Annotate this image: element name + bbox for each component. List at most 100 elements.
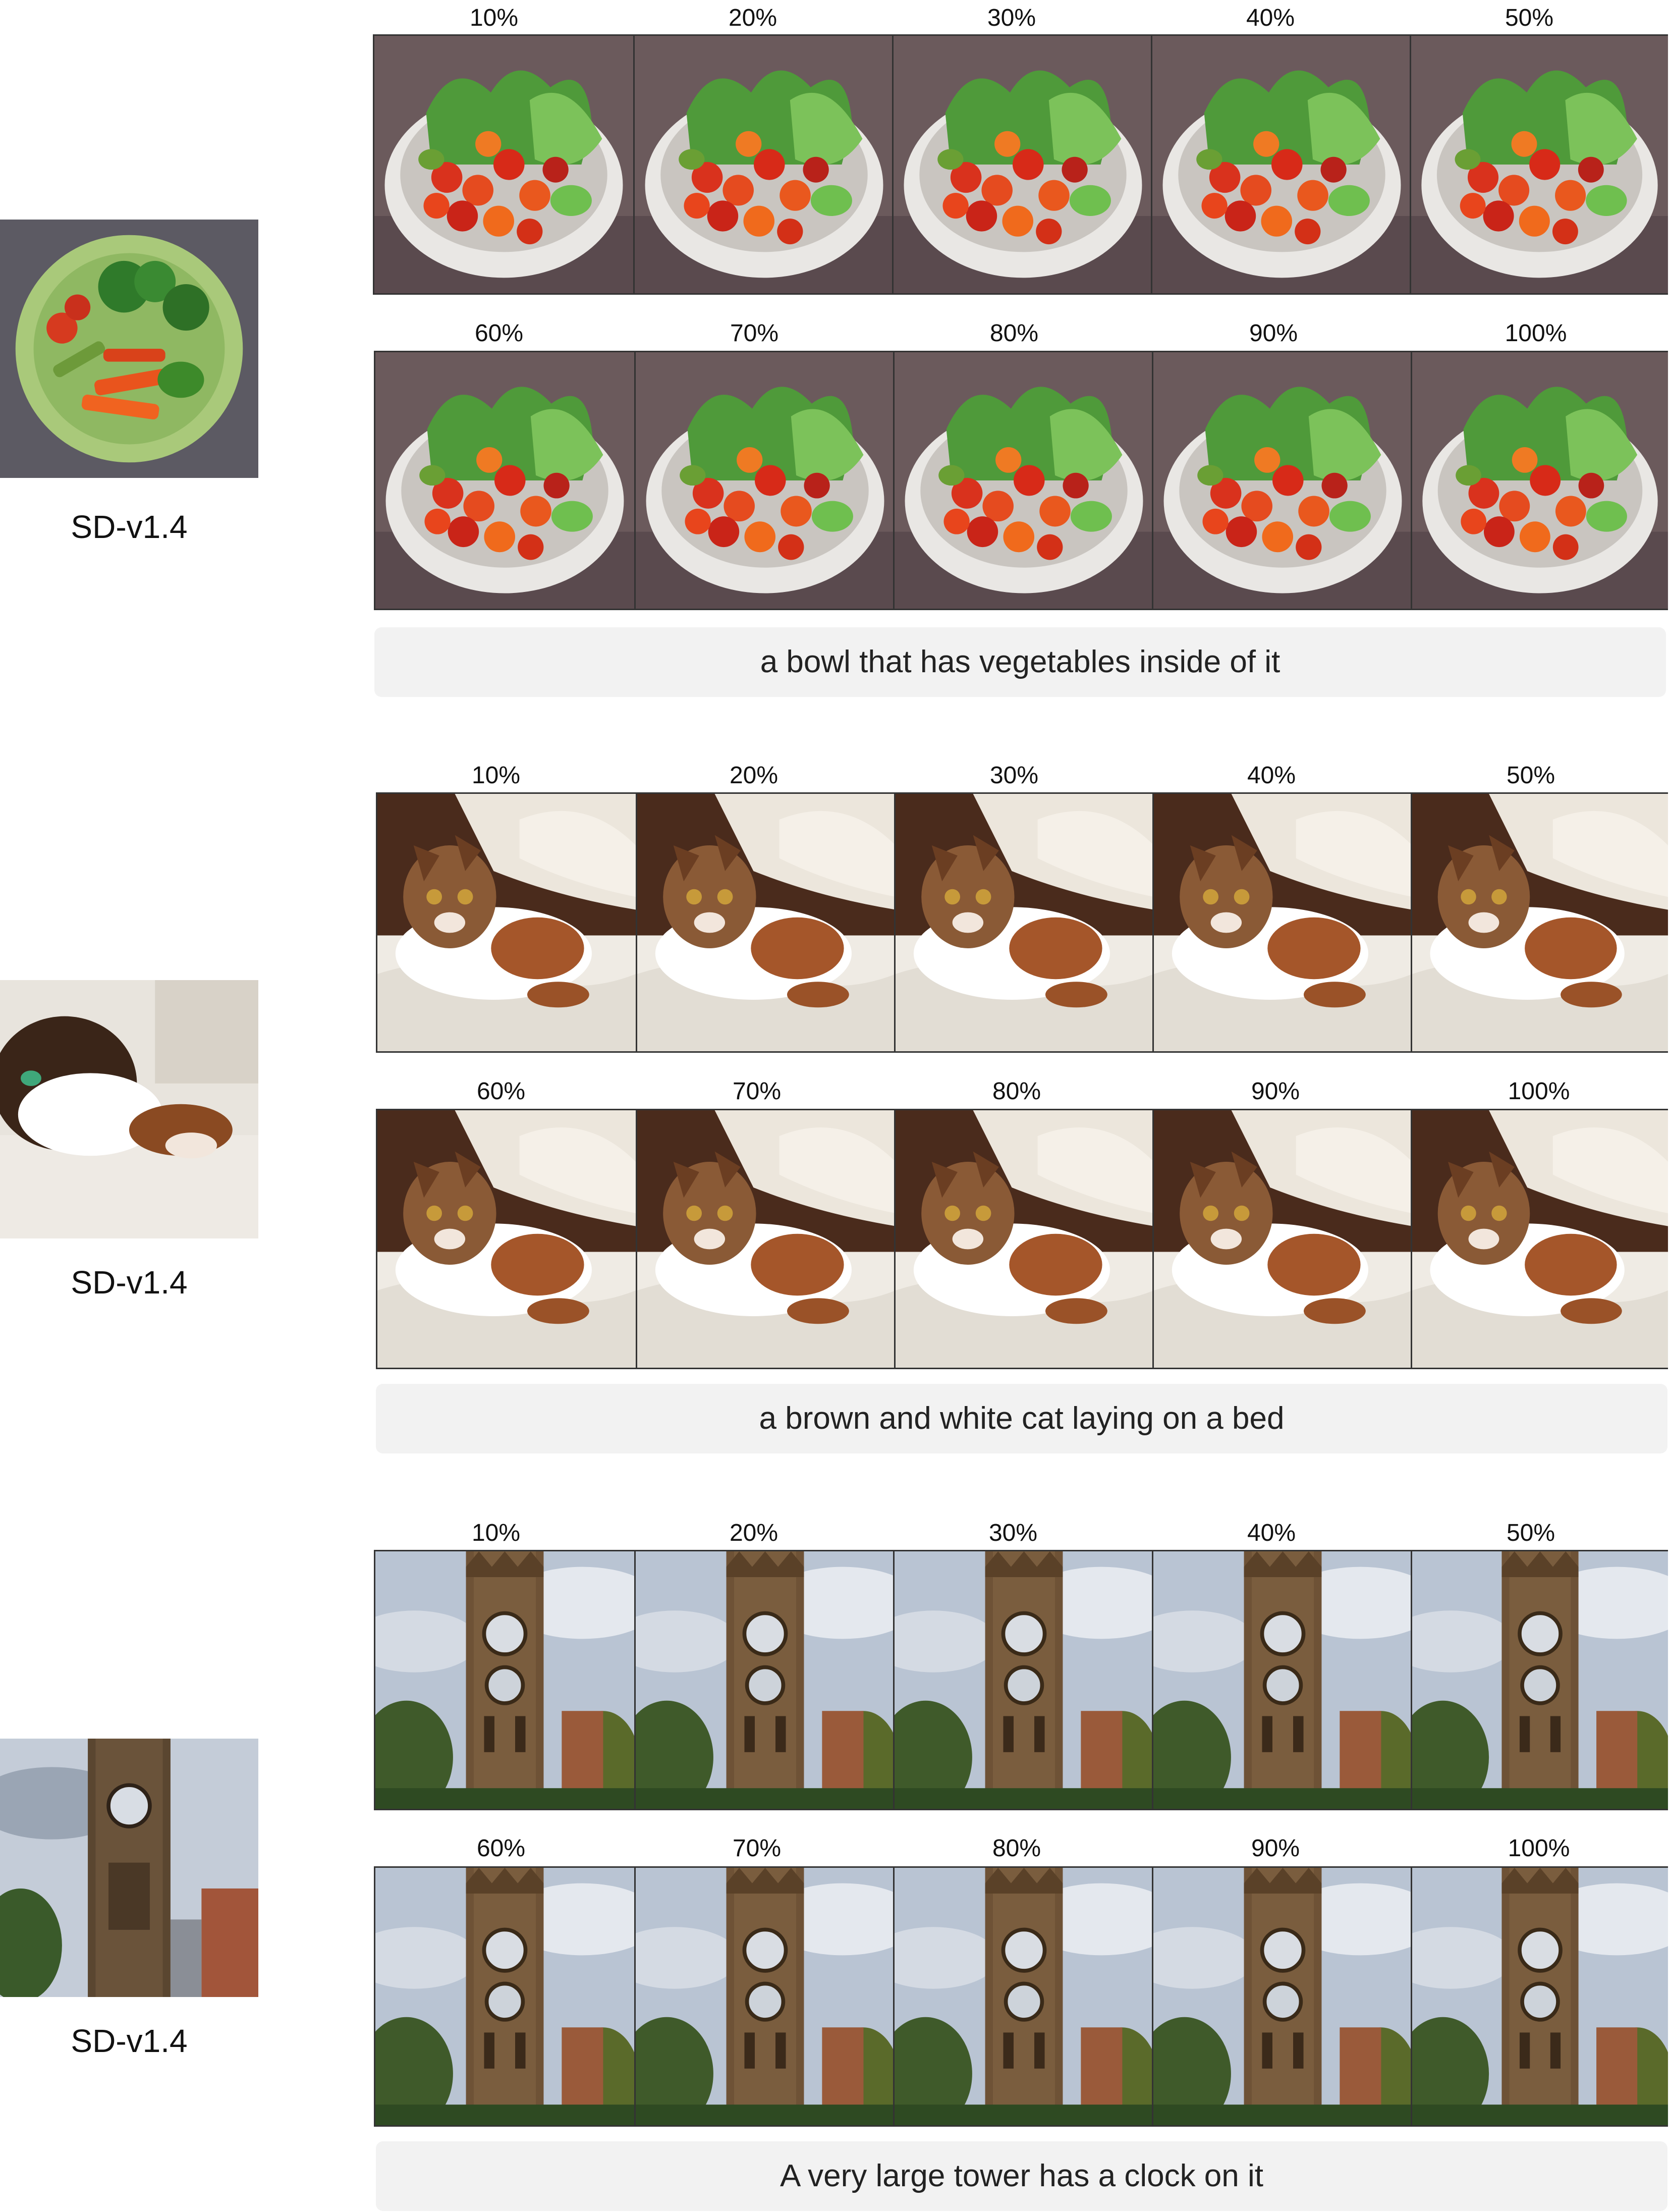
- cat-on-bed-icon: [637, 1110, 896, 1368]
- vegetable-bowl-icon: [375, 352, 634, 609]
- percent-label: 40%: [1246, 5, 1295, 31]
- clock-tower-icon: [636, 1868, 895, 2125]
- generated-image: [374, 36, 633, 293]
- generated-image: [1152, 352, 1412, 609]
- percent-label: 90%: [1251, 1078, 1300, 1105]
- vegetable-bowl-icon: [1412, 352, 1668, 609]
- percent-label: 90%: [1251, 1835, 1300, 1862]
- percent-label: 60%: [476, 1835, 526, 1862]
- cat-on-bed-icon: [896, 1110, 1154, 1368]
- percent-label: 70%: [730, 320, 779, 347]
- reference-image: [0, 980, 258, 1238]
- percent-label: 10%: [471, 762, 521, 789]
- vegetable-bowl-icon: [895, 352, 1153, 609]
- vegetable-bowl-icon: [636, 352, 895, 609]
- generated-image: [894, 1110, 1154, 1368]
- generated-image: [1152, 794, 1412, 1051]
- generated-image: [375, 352, 634, 609]
- vegetable-bowl-icon: [1153, 352, 1412, 609]
- clock-tower-icon: [636, 1551, 895, 1809]
- prompt-caption: A very large tower has a clock on it: [376, 2141, 1667, 2211]
- percent-label: 100%: [1508, 1078, 1570, 1105]
- clock-tower-icon: [1153, 1551, 1412, 1809]
- percent-label: 100%: [1505, 320, 1567, 347]
- percent-label: 50%: [1505, 5, 1554, 31]
- generated-image: [633, 36, 894, 293]
- clock-tower-icon: [1153, 1868, 1412, 2125]
- percent-label: 60%: [474, 320, 524, 347]
- prompt-caption: a bowl that has vegetables inside of it: [374, 627, 1666, 697]
- cat-on-bed-icon: [377, 1110, 636, 1368]
- percent-label: 80%: [992, 1078, 1041, 1105]
- generated-image: [634, 352, 895, 609]
- vegetable-bowl-icon: [1411, 36, 1668, 293]
- percent-label: 20%: [729, 1520, 778, 1546]
- percent-label: 10%: [469, 5, 519, 31]
- generated-image: [636, 794, 896, 1051]
- generated-image: [1411, 1551, 1668, 1809]
- generated-image: [636, 1110, 896, 1368]
- percent-label: 50%: [1506, 762, 1555, 789]
- percent-label: 80%: [989, 320, 1039, 347]
- generated-image: [634, 1551, 895, 1809]
- cat-on-bed-icon: [1154, 794, 1412, 1051]
- clock-tower-icon: [1412, 1868, 1668, 2125]
- model-label: SD-v1.4: [71, 2023, 188, 2059]
- image-strip-top: [376, 792, 1668, 1053]
- percent-label: 20%: [728, 5, 777, 31]
- generated-image: [893, 352, 1153, 609]
- generated-image: [1411, 794, 1668, 1051]
- percent-label: 70%: [732, 1078, 782, 1105]
- reference-image: [0, 1739, 258, 1997]
- cat-on-bed-icon: [1412, 794, 1668, 1051]
- generated-image: [375, 1551, 634, 1809]
- reference-image: [0, 220, 258, 478]
- cat-on-bed-icon: [1412, 1110, 1668, 1368]
- clock-tower-icon: [0, 1739, 258, 1997]
- clock-tower-icon: [895, 1868, 1153, 2125]
- percent-label: 70%: [732, 1835, 782, 1862]
- generated-image: [375, 1868, 634, 2125]
- generated-image: [1411, 1110, 1668, 1368]
- percent-label: 30%: [988, 1520, 1038, 1546]
- cat-on-bed-icon: [0, 980, 258, 1238]
- clock-tower-icon: [375, 1551, 634, 1809]
- model-label: SD-v1.4: [71, 1264, 188, 1301]
- cat-on-bed-icon: [637, 794, 896, 1051]
- percent-label: 100%: [1508, 1835, 1570, 1862]
- image-strip-bottom: [374, 1866, 1668, 2127]
- percent-label: 80%: [992, 1835, 1041, 1862]
- vegetable-bowl-icon: [894, 36, 1152, 293]
- generated-image: [893, 1868, 1153, 2125]
- percent-label: 60%: [476, 1078, 526, 1105]
- image-strip-top: [373, 34, 1668, 295]
- generated-image: [1152, 1110, 1412, 1368]
- generated-image: [1152, 1868, 1412, 2125]
- vegetable-bowl-icon: [0, 220, 258, 478]
- image-strip-bottom: [376, 1109, 1668, 1369]
- image-strip-top: [374, 1550, 1668, 1810]
- image-strip-bottom: [374, 351, 1668, 610]
- clock-tower-icon: [895, 1551, 1153, 1809]
- clock-tower-icon: [1412, 1551, 1668, 1809]
- cat-on-bed-icon: [377, 794, 636, 1051]
- generated-image: [377, 1110, 636, 1368]
- percent-label: 40%: [1247, 1520, 1296, 1546]
- generated-image: [893, 1551, 1153, 1809]
- generated-image: [1411, 352, 1668, 609]
- generated-image: [892, 36, 1152, 293]
- percent-label: 10%: [471, 1520, 521, 1546]
- percent-label: 40%: [1247, 762, 1296, 789]
- cat-on-bed-icon: [896, 794, 1154, 1051]
- cat-on-bed-icon: [1154, 1110, 1412, 1368]
- percent-label: 20%: [729, 762, 778, 789]
- percent-label: 30%: [989, 762, 1039, 789]
- clock-tower-icon: [375, 1868, 634, 2125]
- generated-image: [1151, 36, 1411, 293]
- generated-image: [1410, 36, 1668, 293]
- generated-image: [634, 1868, 895, 2125]
- percent-label: 30%: [987, 5, 1036, 31]
- generated-image: [1152, 1551, 1412, 1809]
- percent-label: 90%: [1249, 320, 1298, 347]
- percent-label: 50%: [1506, 1520, 1555, 1546]
